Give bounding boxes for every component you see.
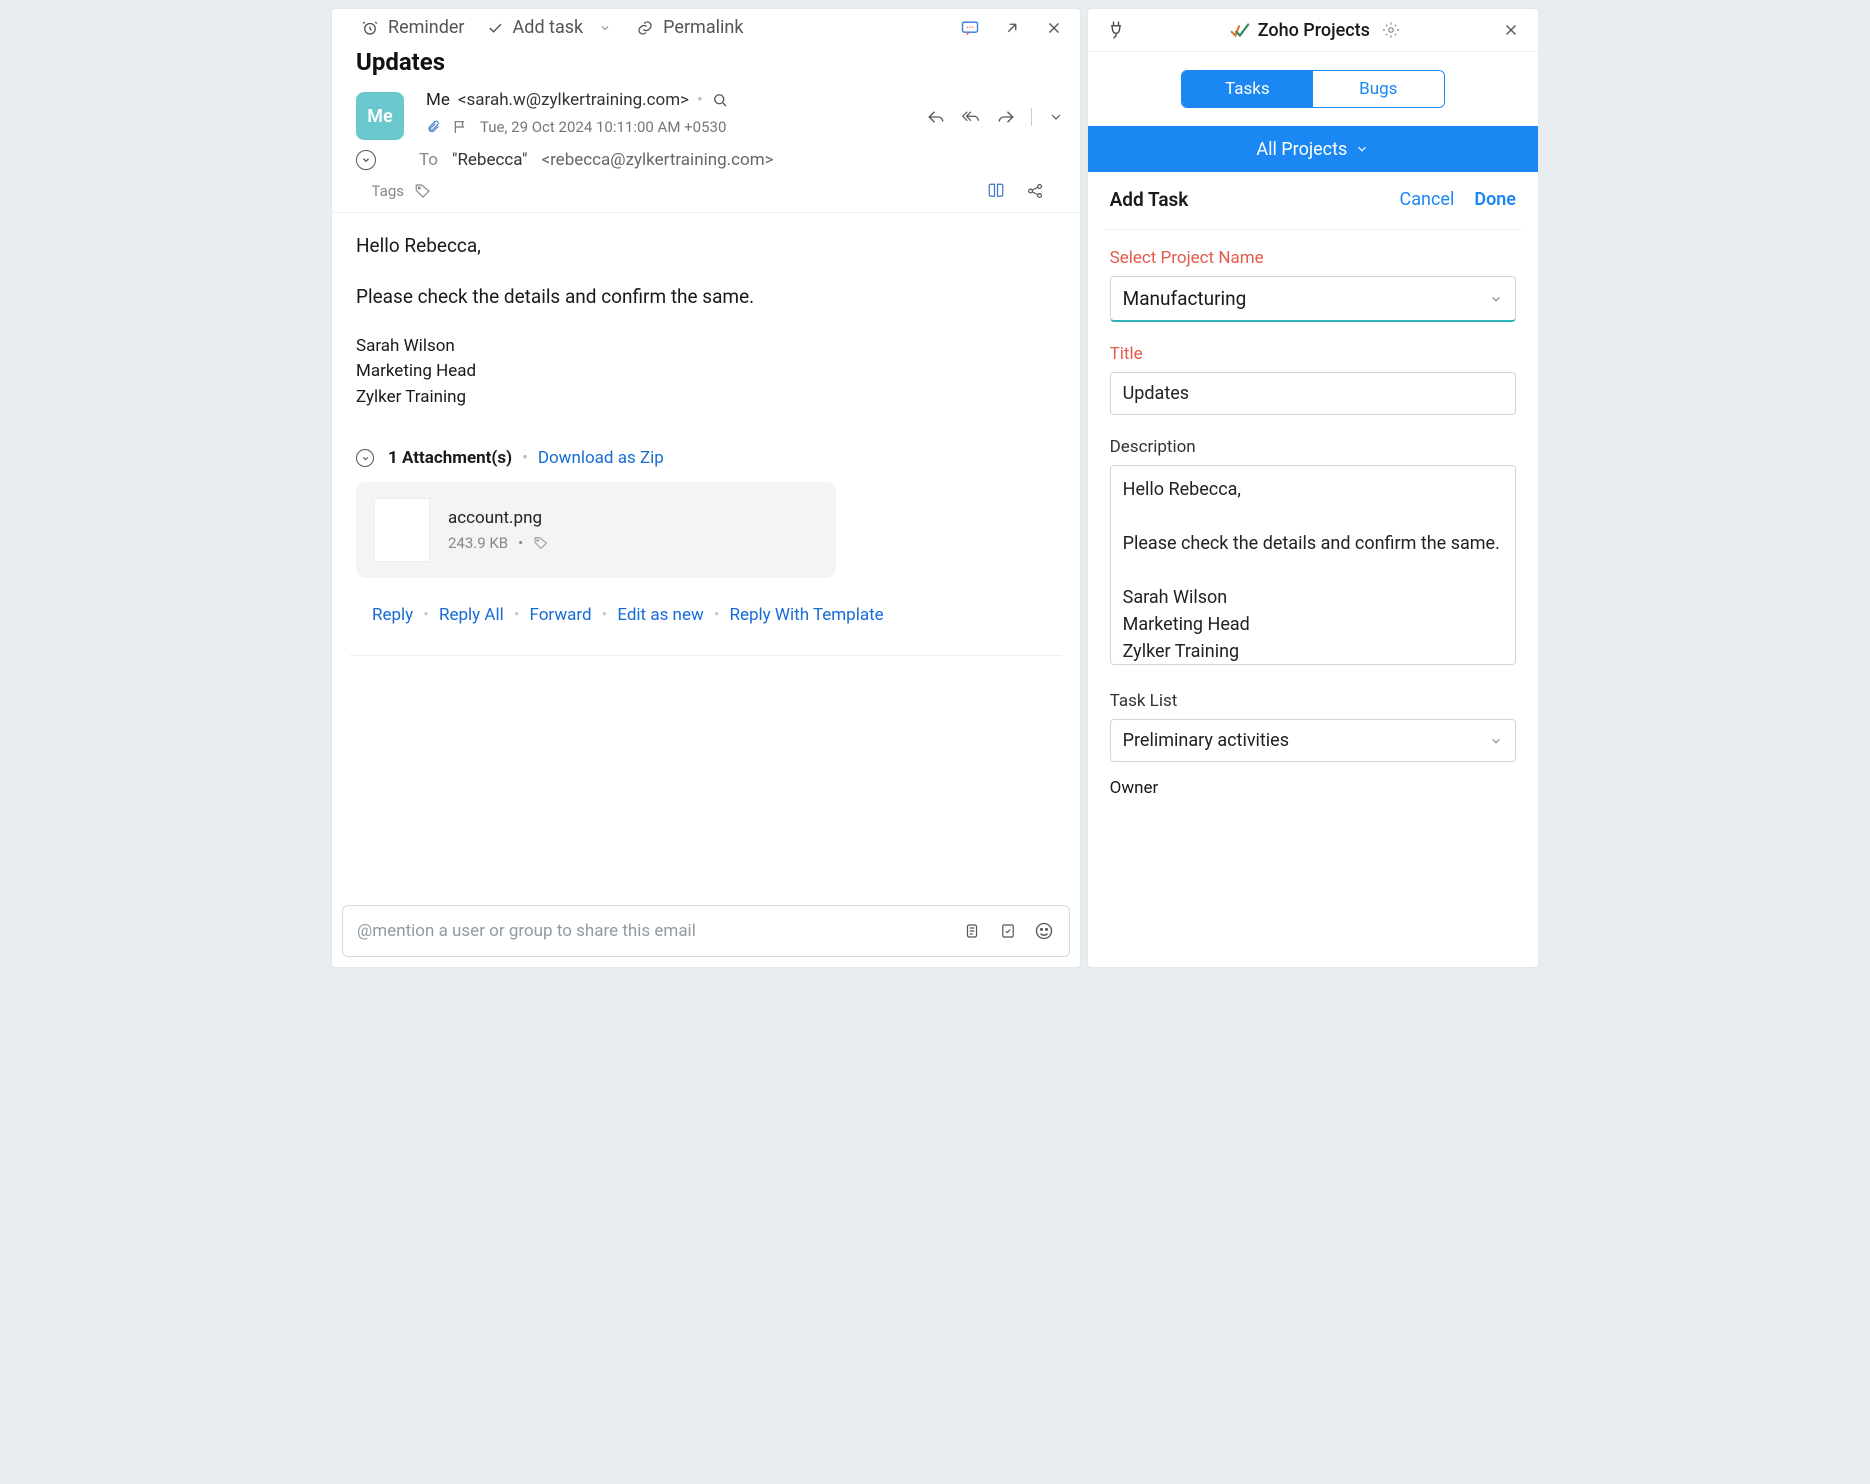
tasklist-value: Preliminary activities xyxy=(1123,730,1289,751)
tasklist-field: Task List Preliminary activities xyxy=(1110,691,1516,762)
body-greeting: Hello Rebecca, xyxy=(356,231,1056,260)
projects-logo-icon xyxy=(1228,19,1250,41)
tab-bugs[interactable]: Bugs xyxy=(1313,71,1444,107)
plug-icon[interactable] xyxy=(1106,20,1126,40)
forward-icon[interactable] xyxy=(997,108,1015,126)
projects-title: Zoho Projects xyxy=(1228,19,1400,41)
description-textarea[interactable] xyxy=(1110,465,1516,665)
reply-link[interactable]: Reply xyxy=(372,605,413,625)
tasks-bugs-segmented: Tasks Bugs xyxy=(1181,70,1445,108)
search-icon[interactable] xyxy=(711,91,729,109)
attachment-name: account.png xyxy=(448,508,549,528)
to-name: "Rebecca" xyxy=(452,150,527,170)
mention-input[interactable]: @mention a user or group to share this e… xyxy=(342,905,1070,957)
permalink-label: Permalink xyxy=(663,17,743,38)
chevron-down-icon xyxy=(1489,292,1503,306)
forward-link[interactable]: Forward xyxy=(530,605,592,625)
clipboard-icon[interactable] xyxy=(961,921,983,941)
avatar: Me xyxy=(356,92,404,140)
projects-app-name: Zoho Projects xyxy=(1258,20,1370,41)
title-field: Title xyxy=(1110,344,1516,415)
link-icon xyxy=(635,18,655,38)
from-line: Me <sarah.w@zylkertraining.com> • xyxy=(426,90,915,110)
projects-pane: Zoho Projects Tasks Bugs All Projects Ad… xyxy=(1087,8,1539,968)
chevron-down-icon xyxy=(595,18,615,38)
gear-icon[interactable] xyxy=(1382,21,1400,39)
attachment-tag-icon[interactable] xyxy=(533,535,549,551)
add-task-heading: Add Task xyxy=(1110,188,1189,211)
chevron-down-icon xyxy=(1489,734,1503,748)
open-external-icon[interactable] xyxy=(1002,18,1022,38)
sig-company: Zylker Training xyxy=(356,385,1056,411)
projects-dropdown[interactable]: All Projects xyxy=(1088,126,1538,172)
reader-icon[interactable] xyxy=(986,182,1006,200)
add-task-label: Add task xyxy=(513,17,584,38)
tag-icon[interactable] xyxy=(414,182,432,200)
to-email: <rebecca@zylkertraining.com> xyxy=(541,150,773,170)
email-subject: Updates xyxy=(332,42,1080,90)
tab-tasks[interactable]: Tasks xyxy=(1182,71,1313,107)
project-value: Manufacturing xyxy=(1123,287,1247,310)
tasklist-select[interactable]: Preliminary activities xyxy=(1110,719,1516,762)
reminder-button[interactable]: Reminder xyxy=(360,17,465,38)
email-date: Tue, 29 Oct 2024 10:11:00 AM +0530 xyxy=(480,118,726,136)
project-field: Select Project Name Manufacturing xyxy=(1110,248,1516,322)
attachment-thumbnail xyxy=(374,498,430,562)
reply-actions: Reply• Reply All• Forward• Edit as new• … xyxy=(332,586,1080,647)
emoji-icon[interactable] xyxy=(1033,921,1055,941)
chat-icon[interactable] xyxy=(960,18,980,38)
expand-icon[interactable] xyxy=(1048,109,1064,125)
download-zip-link[interactable]: Download as Zip xyxy=(538,448,664,468)
attachments-toggle-icon[interactable] xyxy=(356,449,374,467)
expand-recipients-icon[interactable] xyxy=(356,150,376,170)
sig-name: Sarah Wilson xyxy=(356,334,1056,360)
attachment-count: 1 Attachment(s) xyxy=(388,448,512,468)
title-input[interactable] xyxy=(1110,372,1516,415)
title-label: Title xyxy=(1110,344,1516,364)
close-icon[interactable] xyxy=(1044,18,1064,38)
sig-title: Marketing Head xyxy=(356,359,1056,385)
reply-all-icon[interactable] xyxy=(961,108,981,126)
mention-placeholder: @mention a user or group to share this e… xyxy=(357,921,696,941)
description-label: Description xyxy=(1110,437,1516,457)
to-label: To xyxy=(390,150,438,170)
done-button[interactable]: Done xyxy=(1474,189,1516,210)
from-name: Me xyxy=(426,90,450,110)
description-field: Description xyxy=(1110,437,1516,669)
add-task-button[interactable]: Add task xyxy=(485,17,616,38)
attachment-card[interactable]: account.png 243.9 KB • xyxy=(356,482,836,578)
project-select[interactable]: Manufacturing xyxy=(1110,276,1516,322)
permalink-button[interactable]: Permalink xyxy=(635,17,743,38)
reminder-label: Reminder xyxy=(388,17,465,38)
cancel-button[interactable]: Cancel xyxy=(1400,189,1455,210)
email-toolbar: Reminder Add task Permalink xyxy=(332,9,1080,42)
share-icon[interactable] xyxy=(1026,182,1044,200)
attachment-icon[interactable] xyxy=(426,118,440,136)
reply-all-link[interactable]: Reply All xyxy=(439,605,504,625)
check-icon xyxy=(485,18,505,38)
projects-dropdown-label: All Projects xyxy=(1256,139,1347,160)
alarm-icon xyxy=(360,18,380,38)
tasklist-label: Task List xyxy=(1110,691,1516,711)
reply-icon[interactable] xyxy=(927,108,945,126)
tags-label: Tags xyxy=(356,182,404,200)
attachment-size: 243.9 KB xyxy=(448,534,508,552)
from-email: <sarah.w@zylkertraining.com> xyxy=(458,90,689,110)
project-label: Select Project Name xyxy=(1110,248,1516,268)
edit-as-new-link[interactable]: Edit as new xyxy=(617,605,703,625)
flag-icon[interactable] xyxy=(452,118,468,136)
close-panel-icon[interactable] xyxy=(1502,21,1520,39)
email-body: Hello Rebecca, Please check the details … xyxy=(332,213,1080,440)
body-line: Please check the details and confirm the… xyxy=(356,282,1056,311)
owner-label: Owner xyxy=(1088,778,1538,806)
checklist-icon[interactable] xyxy=(997,921,1019,941)
email-pane: Reminder Add task Permalink xyxy=(331,8,1081,968)
reply-template-link[interactable]: Reply With Template xyxy=(729,605,883,625)
